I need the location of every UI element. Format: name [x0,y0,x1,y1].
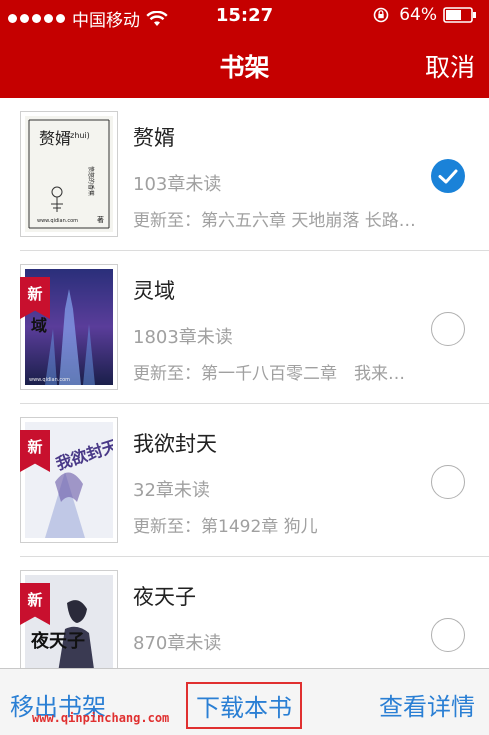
book-unread-count: 870章未读 [133,633,222,654]
select-checkbox[interactable] [431,465,465,499]
watermark: www.qinpinchang.com [32,711,170,725]
page-title: 书架 [219,53,270,82]
book-cover: 域 www.qidian.com 新 [20,264,118,390]
cover-author-mark: 著 [97,215,104,224]
book-unread-count: 32章未读 [133,480,210,501]
cover-image: 赘婿 (zhui) 愤怒的香蕉 著 www.qidian.com [25,116,113,232]
select-checkbox[interactable] [431,159,465,193]
book-cover: 赘婿 (zhui) 愤怒的香蕉 著 www.qidian.com [20,111,118,237]
rotation-lock-icon [373,7,389,23]
book-list: 赘婿 (zhui) 愤怒的香蕉 著 www.qidian.com 赘婿 103章… [0,98,489,710]
cover-pinyin: (zhui) [67,131,90,140]
cancel-button[interactable]: 取消 [425,48,475,84]
cover-site: www.qidian.com [29,377,70,383]
cover-title-glyph: 域 [31,316,47,335]
status-bar: 中国移动 15:27 64% [0,0,489,32]
book-title: 我欲封天 [133,432,217,456]
battery-icon [443,7,476,23]
cover-subtitle: 愤怒的香蕉 [87,166,95,196]
book-unread-count: 103章未读 [133,174,222,195]
battery-percent: 64% [399,5,437,25]
book-title: 赘婿 [133,126,175,150]
bottom-toolbar: 移出书架 下载本书 查看详情 www.qinpinchang.com [0,668,489,735]
select-checkbox[interactable] [431,312,465,346]
book-item-lingyu[interactable]: 域 www.qidian.com 新 灵域 1803章未读 更新至：第一千八百零… [20,251,489,404]
book-latest-update: 更新至：第六五六章 天地崩落 长路… [133,211,416,231]
checkmark-icon [438,169,458,184]
nav-bar: 书架 取消 [0,32,489,98]
status-right: 64% [373,5,477,25]
book-cover: 我欲封天 新 [20,417,118,543]
cover-site: www.qidian.com [37,218,78,224]
select-checkbox[interactable] [431,618,465,652]
book-title: 夜天子 [133,585,196,609]
book-latest-update: 更新至：第一千八百零二章 我来… [133,364,405,384]
book-item-woyufengtian[interactable]: 我欲封天 新 我欲封天 32章未读 更新至：第1492章 狗儿 [20,404,489,557]
book-item-zhuixu[interactable]: 赘婿 (zhui) 愤怒的香蕉 著 www.qidian.com 赘婿 103章… [20,98,489,251]
cover-title-art: 夜天子 [30,630,85,652]
book-unread-count: 1803章未读 [133,327,233,348]
book-latest-update: 更新至：第1492章 狗儿 [133,517,318,537]
book-title: 灵域 [133,279,175,303]
view-details-button[interactable]: 查看详情 [379,687,475,722]
download-book-button[interactable]: 下载本书 [186,682,302,729]
